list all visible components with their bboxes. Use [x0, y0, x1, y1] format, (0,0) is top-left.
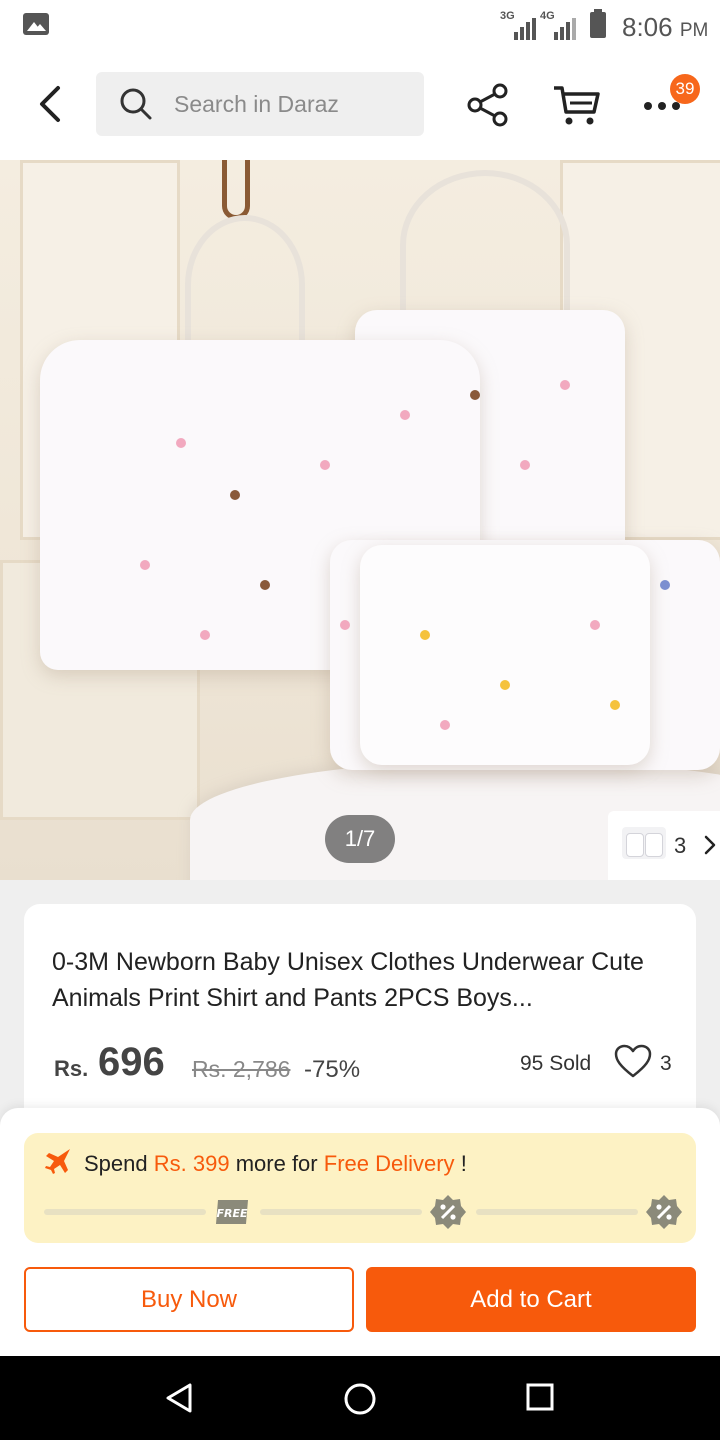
back-nav-icon[interactable] — [164, 1382, 196, 1414]
battery-icon — [590, 9, 606, 38]
promo-amount: Rs. 399 — [153, 1151, 230, 1176]
add-to-cart-button[interactable]: Add to Cart — [366, 1267, 696, 1332]
back-arrow-icon[interactable] — [30, 82, 70, 126]
home-nav-icon[interactable] — [343, 1382, 377, 1416]
cart-icon[interactable] — [552, 82, 602, 128]
product-title: 0-3M Newborn Baby Unisex Clothes Underwe… — [52, 948, 644, 1012]
bottom-action-sheet: Spend Rs. 399 more for Free Delivery ! F… — [0, 1108, 720, 1356]
hanger — [185, 215, 305, 355]
progress-track — [476, 1209, 638, 1215]
clock-time: 8:06 — [622, 12, 673, 42]
top-navigation: 39 — [0, 52, 720, 160]
discount-badge-icon — [430, 1195, 466, 1229]
signal-bars-icon — [554, 18, 580, 40]
clock: 8:06 PM — [622, 12, 708, 43]
variant-selector[interactable]: 3 — [608, 811, 720, 880]
free-tag-label: FREE — [216, 1207, 247, 1220]
progress-track — [44, 1209, 206, 1215]
search-input[interactable] — [174, 86, 414, 122]
cart-count-badge: 39 — [670, 74, 700, 104]
share-icon[interactable] — [466, 82, 510, 128]
system-navigation-bar — [0, 1356, 720, 1440]
sold-count: 95 Sold — [520, 1052, 592, 1075]
promo-message: Spend Rs. 399 more for Free Delivery ! — [84, 1151, 467, 1177]
price-value: 696 — [98, 1040, 165, 1084]
chevron-right-icon — [704, 835, 716, 855]
hanger-rope — [222, 160, 250, 220]
variant-thumbnail — [622, 827, 666, 859]
price-currency: Rs. — [54, 1056, 89, 1081]
free-delivery-banner: Spend Rs. 399 more for Free Delivery ! F… — [24, 1133, 696, 1243]
network-type-4g: 4G — [540, 10, 555, 22]
gallery-notification-icon — [23, 13, 49, 35]
status-bar: 3G 4G 8:06 PM — [0, 0, 720, 52]
variant-count: 3 — [674, 833, 687, 858]
promo-highlight: Free Delivery — [323, 1151, 455, 1176]
discount-badge-icon — [646, 1195, 682, 1229]
original-price: Rs. 2,786 — [192, 1056, 291, 1082]
hanger — [400, 170, 570, 320]
network-type-3g: 3G — [500, 10, 515, 22]
airplane-icon — [45, 1149, 70, 1174]
discount-percent: -75% — [304, 1056, 361, 1083]
image-pager: 1/7 — [325, 815, 395, 863]
heart-icon[interactable] — [614, 1044, 652, 1080]
progress-track — [260, 1209, 422, 1215]
folded-shirt-image — [360, 545, 650, 765]
promo-middle: more for — [235, 1151, 318, 1176]
promo-suffix: ! — [460, 1151, 467, 1176]
wishlist-count: 3 — [660, 1052, 672, 1075]
product-info-card: 0-3M Newborn Baby Unisex Clothes Underwe… — [24, 904, 696, 1124]
free-delivery-tag-icon: FREE — [216, 1200, 248, 1224]
clock-ampm: PM — [679, 20, 709, 41]
signal-bars-icon — [514, 18, 540, 40]
promo-prefix: Spend — [84, 1151, 148, 1176]
recents-nav-icon[interactable] — [525, 1382, 555, 1412]
product-image-carousel[interactable]: 1/7 — [0, 160, 720, 880]
search-bar[interactable] — [96, 72, 424, 136]
buy-now-button[interactable]: Buy Now — [24, 1267, 354, 1332]
search-icon — [120, 88, 152, 120]
